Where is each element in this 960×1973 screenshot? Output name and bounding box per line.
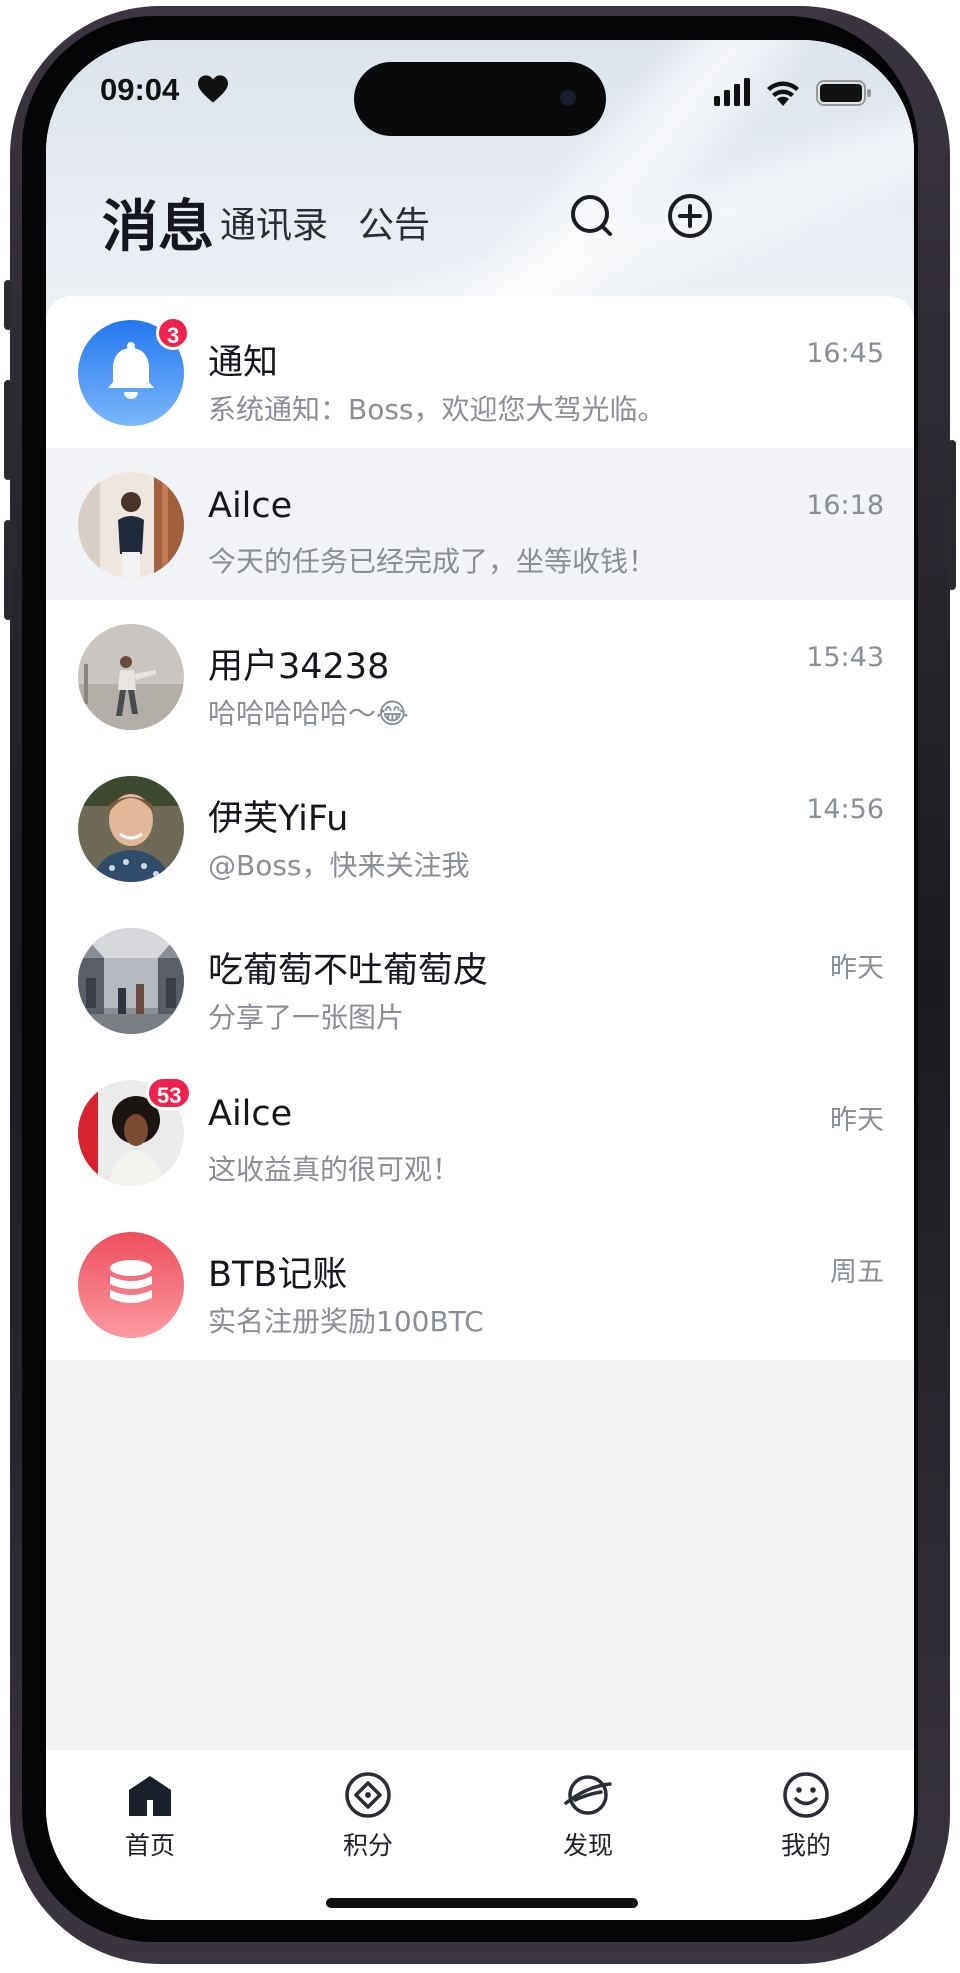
conversation-preview: 这收益真的很可观！ — [208, 1153, 461, 1186]
conversation-time: 16:45 — [806, 338, 884, 369]
conversation-preview: @Boss，快来关注我 — [208, 849, 470, 882]
tab-label: 积分 — [342, 1831, 393, 1860]
conversation-list: 3 通知 系统通知：Boss，欢迎您大驾光临。 16:45 Ailce 今天的任… — [46, 296, 914, 1360]
conversation-preview: 实名注册奖励100BTC — [208, 1305, 484, 1338]
status-time: 09:04 — [100, 72, 180, 107]
page-title: 消息 — [102, 195, 214, 260]
side-button — [4, 280, 12, 330]
tab-discover[interactable]: 发现 — [528, 1770, 648, 1862]
signal-icon — [714, 78, 750, 106]
heart-icon — [198, 75, 228, 103]
side-button — [4, 520, 12, 620]
conversation-time: 昨天 — [830, 953, 884, 984]
conversation-row[interactable]: 伊芙YiFu @Boss，快来关注我 14:56 — [46, 752, 914, 904]
screen: 09:04 消息 通讯录 公告 3 通知 系统通知：Boss，欢迎您大驾光临。 … — [46, 40, 914, 1920]
home-indicator[interactable] — [326, 1898, 638, 1908]
conversation-row[interactable]: 用户34238 哈哈哈哈哈～😂 15:43 — [46, 600, 914, 752]
search-icon[interactable] — [566, 190, 618, 242]
tab-label: 发现 — [562, 1831, 613, 1860]
side-button — [4, 380, 12, 480]
conversation-name: Ailce — [208, 1094, 293, 1134]
unread-badge: 3 — [156, 316, 191, 350]
status-icons — [714, 78, 871, 106]
conversation-row[interactable]: Ailce 今天的任务已经完成了，坐等收钱！ 16:18 — [46, 448, 914, 600]
user-photo — [78, 624, 184, 730]
smile-icon — [783, 1772, 829, 1818]
tab-home[interactable]: 首页 — [90, 1770, 210, 1862]
side-button — [948, 440, 956, 590]
tab-points[interactable]: 积分 — [308, 1770, 428, 1862]
battery-icon — [816, 80, 871, 106]
tab-profile[interactable]: 我的 — [746, 1770, 866, 1862]
conversation-name: 通知 — [208, 343, 279, 383]
conversation-name: 用户34238 — [208, 647, 390, 687]
conversation-time: 周五 — [830, 1257, 884, 1288]
points-icon — [345, 1772, 391, 1818]
conversation-preview: 今天的任务已经完成了，坐等收钱！ — [208, 545, 657, 578]
avatar — [78, 472, 184, 578]
conversation-name: Ailce — [208, 486, 293, 526]
unread-badge: 53 — [146, 1076, 193, 1110]
conversation-time: 昨天 — [830, 1105, 884, 1136]
tab-label: 我的 — [780, 1831, 831, 1860]
tab-label: 首页 — [124, 1831, 175, 1860]
conversation-time: 15:43 — [806, 642, 884, 673]
avatar — [78, 928, 184, 1034]
conversation-row[interactable]: BTB记账 实名注册奖励100BTC 周五 — [46, 1208, 914, 1360]
conversation-row[interactable]: 3 通知 系统通知：Boss，欢迎您大驾光临。 16:45 — [46, 296, 914, 448]
subway-photo — [78, 928, 184, 1034]
conversation-preview: 分享了一张图片 — [208, 1001, 405, 1034]
conversation-name: 吃葡萄不吐葡萄皮 — [208, 951, 489, 991]
conversation-preview: 哈哈哈哈哈～😂 — [208, 697, 409, 730]
avatar — [78, 624, 184, 730]
front-camera — [560, 90, 576, 106]
user-photo — [78, 776, 184, 882]
user-photo — [78, 472, 184, 578]
add-circle-icon[interactable] — [664, 190, 716, 242]
conversation-row[interactable]: 吃葡萄不吐葡萄皮 分享了一张图片 昨天 — [46, 904, 914, 1056]
avatar — [78, 1232, 184, 1338]
conversation-name: BTB记账 — [208, 1255, 348, 1295]
tab-contacts[interactable]: 通讯录 — [220, 196, 328, 248]
conversation-name: 伊芙YiFu — [208, 799, 349, 839]
conversation-time: 16:18 — [806, 490, 884, 521]
database-icon — [78, 1232, 184, 1338]
tab-announcements[interactable]: 公告 — [358, 196, 430, 248]
home-icon — [129, 1776, 171, 1816]
planet-icon — [564, 1775, 612, 1815]
conversation-time: 14:56 — [806, 794, 884, 825]
avatar — [78, 776, 184, 882]
bottom-tab-bar: 首页 积分 发现 我的 — [46, 1750, 914, 1920]
conversation-row[interactable]: 53 Ailce 这收益真的很可观！ 昨天 — [46, 1056, 914, 1208]
conversation-preview: 系统通知：Boss，欢迎您大驾光临。 — [208, 393, 666, 426]
wifi-icon — [767, 81, 799, 106]
